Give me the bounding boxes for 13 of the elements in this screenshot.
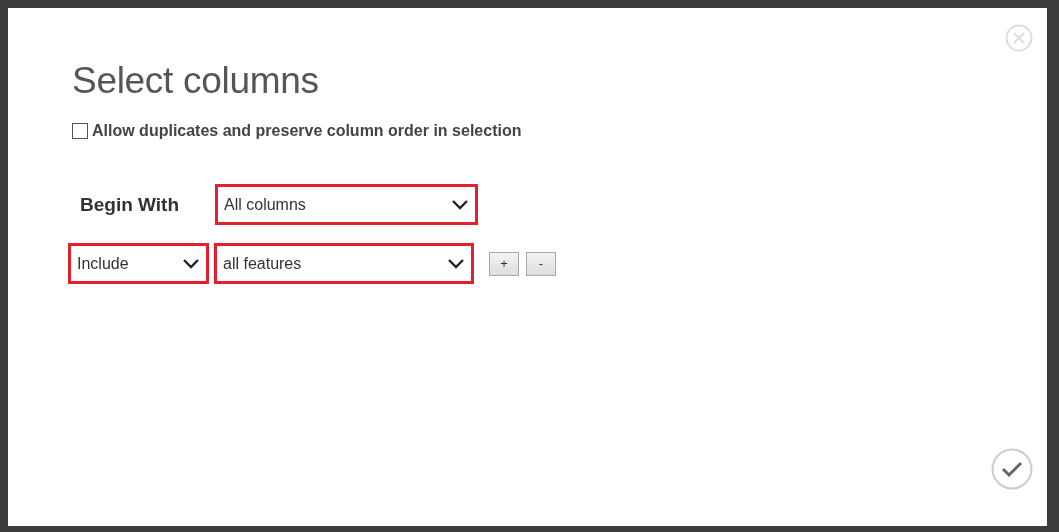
dialog-title: Select columns <box>72 60 320 102</box>
confirm-check-icon[interactable] <box>991 448 1033 490</box>
add-rule-button[interactable]: + <box>489 251 519 276</box>
chevron-down-icon <box>451 198 469 211</box>
remove-rule-button[interactable]: - <box>526 251 556 276</box>
begin-with-label: Begin With <box>79 193 181 216</box>
columns-dropdown[interactable]: all features <box>214 243 474 284</box>
chevron-down-icon <box>447 257 465 270</box>
mode-dropdown[interactable]: Include <box>68 243 209 284</box>
checkbox-label: Allow duplicates and preserve column order in selection <box>92 122 522 140</box>
begin-with-dropdown[interactable]: All columns <box>215 184 478 225</box>
checkbox[interactable] <box>72 123 88 139</box>
chevron-down-icon <box>182 257 200 270</box>
